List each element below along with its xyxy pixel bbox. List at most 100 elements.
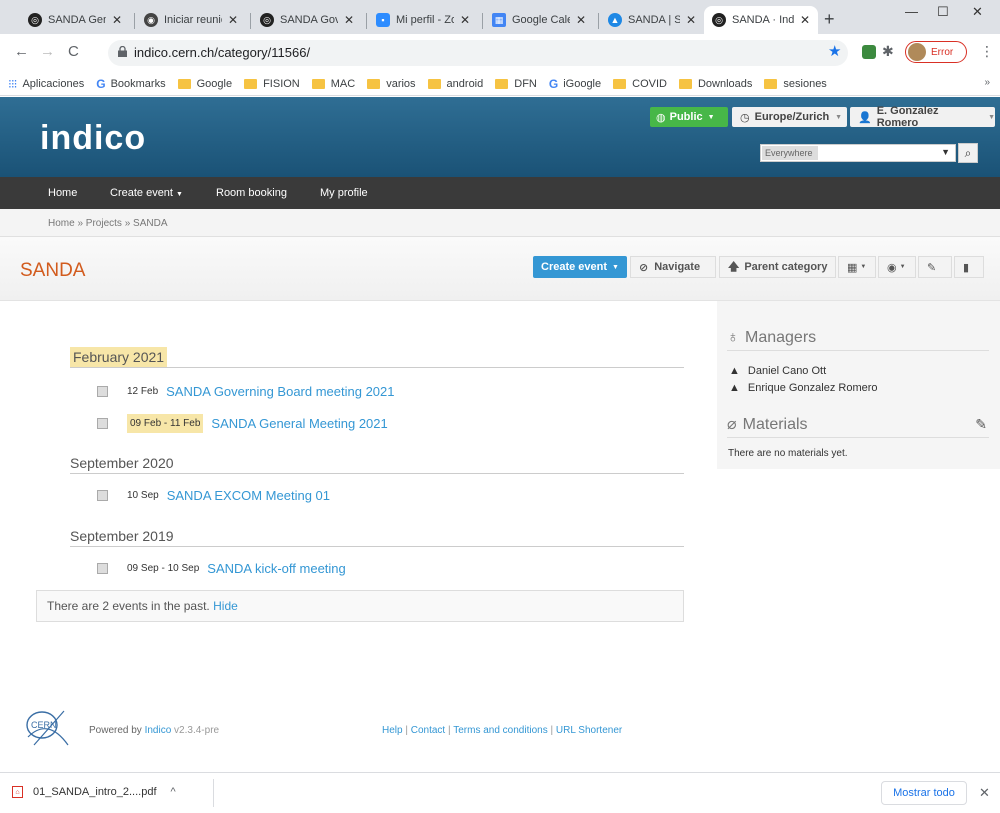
- close-tab-icon[interactable]: ✕: [344, 13, 354, 27]
- reload-icon[interactable]: C: [68, 43, 79, 60]
- breadcrumb[interactable]: Home » Projects » SANDA: [0, 209, 1000, 237]
- nav-home[interactable]: Home: [48, 187, 77, 199]
- nav-create-event[interactable]: Create event ▼: [110, 187, 183, 199]
- indico-logo[interactable]: indico: [40, 119, 146, 158]
- bookmark-star-icon[interactable]: ★: [828, 42, 841, 60]
- bookmark-covid[interactable]: COVID: [613, 78, 667, 90]
- bookmark-fision[interactable]: FISION: [244, 78, 300, 90]
- event-item[interactable]: 09 Sep - 10 Sep SANDA kick-off meeting: [97, 561, 346, 576]
- nav-my-profile[interactable]: My profile: [320, 187, 368, 199]
- folder-icon: [613, 78, 627, 89]
- create-event-button[interactable]: Create event ▼: [533, 256, 627, 278]
- chevron-down-icon[interactable]: ▼: [941, 147, 950, 157]
- close-tab-icon[interactable]: ✕: [576, 13, 586, 27]
- maximize-icon[interactable]: ☐: [937, 4, 949, 20]
- folder-icon: [427, 78, 441, 89]
- download-item[interactable]: ⌂ 01_SANDA_intro_2....pdf ^: [12, 786, 176, 798]
- search-input[interactable]: Everywhere ▼: [760, 144, 956, 162]
- event-item[interactable]: 09 Feb - 11 Feb SANDA General Meeting 20…: [97, 414, 388, 433]
- forward-icon[interactable]: →: [40, 43, 55, 60]
- event-date: 09 Sep - 10 Sep: [127, 563, 200, 574]
- calendar-view-button[interactable]: ▦ ▼: [838, 256, 876, 278]
- browser-tab-4[interactable]: ▦ Google Caler ✕: [484, 6, 594, 34]
- bookmarks-more-icon[interactable]: »: [984, 77, 990, 88]
- indico-favicon-icon: ◎: [28, 13, 42, 27]
- bookmark-varios[interactable]: varios: [367, 78, 416, 90]
- browser-tab-2[interactable]: ◎ SANDA Gove ✕: [252, 6, 362, 34]
- parent-category-button[interactable]: 🡅 Parent category: [719, 256, 836, 278]
- navigate-button[interactable]: ⊘ Navigate: [630, 256, 716, 278]
- bookmark-mac[interactable]: MAC: [311, 78, 355, 90]
- search-scope[interactable]: Everywhere: [762, 146, 818, 160]
- address-bar[interactable]: indico.cern.ch/category/11566/: [108, 40, 848, 66]
- event-title-link[interactable]: SANDA Governing Board meeting 2021: [166, 384, 394, 399]
- pencil-icon[interactable]: ✎: [975, 416, 987, 433]
- extension-icon[interactable]: [862, 45, 876, 59]
- month-heading: September 2020: [70, 455, 684, 474]
- menu-kebab-icon[interactable]: ⋮: [980, 43, 994, 60]
- close-tab-icon[interactable]: ✕: [112, 13, 122, 27]
- browser-tab-1[interactable]: ◉ Iniciar reunió ✕: [136, 6, 246, 34]
- clock-icon: ◷: [740, 111, 750, 124]
- user-menu-button[interactable]: 👤 E. Gonzalez Romero ▼: [850, 105, 995, 129]
- materials-heading: ⌀ Materials ✎: [727, 414, 989, 438]
- bookmark-android[interactable]: android: [427, 78, 483, 90]
- event-item[interactable]: 12 Feb SANDA Governing Board meeting 202…: [97, 384, 395, 399]
- folder-icon: [177, 78, 191, 89]
- close-tab-icon[interactable]: ✕: [460, 13, 470, 27]
- browser-toolbar: ← → C indico.cern.ch/category/11566/: [0, 34, 1000, 72]
- bookmark-igoogle[interactable]: GiGoogle: [549, 77, 601, 91]
- url-shortener-link[interactable]: URL Shortener: [556, 725, 622, 736]
- sidebar: ♁ Managers ▲ Daniel Cano Ott ▲ Enrique Gonz…: [717, 301, 1000, 469]
- cern-logo-icon[interactable]: CERN: [24, 707, 72, 747]
- tab-label: SANDA · Indi: [732, 14, 794, 26]
- edit-button[interactable]: ✎: [918, 256, 952, 278]
- back-icon[interactable]: ←: [14, 43, 29, 60]
- contact-link[interactable]: Contact: [411, 725, 445, 736]
- search-icon[interactable]: ⌕: [958, 143, 978, 163]
- chevron-up-icon[interactable]: ^: [171, 786, 176, 798]
- bookmark-sesiones[interactable]: sesiones: [764, 78, 827, 90]
- browser-tab-5[interactable]: ▲ SANDA | SAN ✕: [600, 6, 704, 34]
- indico-link[interactable]: Indico: [145, 725, 172, 736]
- footer: CERN Powered by Indico v2.3.4-pre Help |…: [0, 700, 1000, 760]
- close-tab-icon[interactable]: ✕: [228, 13, 238, 27]
- bookmark-dfn[interactable]: DFN: [495, 78, 537, 90]
- extensions-puzzle-icon[interactable]: ✱: [882, 43, 894, 60]
- public-button[interactable]: ◍ Public ▼: [650, 107, 728, 127]
- close-tab-icon[interactable]: ✕: [800, 13, 810, 27]
- event-title-link[interactable]: SANDA kick-off meeting: [207, 561, 345, 576]
- visibility-button[interactable]: ◉ ▼: [878, 256, 916, 278]
- bookmark-bookmarks[interactable]: G Bookmarks: [96, 77, 165, 91]
- bookmark-downloads[interactable]: Downloads: [678, 78, 752, 90]
- browser-tab-6-active[interactable]: ◎ SANDA · Indi ✕: [704, 6, 818, 34]
- tab-label: Google Caler: [512, 14, 570, 26]
- close-window-icon[interactable]: ✕: [972, 4, 983, 20]
- browser-tab-0[interactable]: ◎ SANDA Gene ✕: [20, 6, 130, 34]
- drive-favicon-icon: ▲: [608, 13, 622, 27]
- nav-room-booking[interactable]: Room booking: [216, 187, 287, 199]
- folder-icon: [495, 78, 509, 89]
- timezone-button[interactable]: ◷ Europe/Zurich ▼: [732, 107, 847, 127]
- bookmark-google[interactable]: Google: [177, 78, 232, 90]
- close-tab-icon[interactable]: ✕: [686, 13, 696, 27]
- show-all-downloads-button[interactable]: Mostrar todo: [881, 781, 967, 805]
- browser-tab-3[interactable]: ▪ Mi perfil - Zo ✕: [368, 6, 478, 34]
- hide-past-link[interactable]: Hide: [213, 599, 238, 613]
- chevron-down-icon: ▼: [176, 191, 183, 198]
- bookmark-button[interactable]: ▮: [954, 256, 984, 278]
- user-icon: ▲: [729, 382, 740, 394]
- terms-link[interactable]: Terms and conditions: [453, 725, 548, 736]
- event-title-link[interactable]: SANDA EXCOM Meeting 01: [167, 488, 330, 503]
- event-title-link[interactable]: SANDA General Meeting 2021: [211, 416, 387, 431]
- bookmark-aplicaciones[interactable]: ⁝⁝⁝ Aplicaciones: [8, 77, 84, 91]
- page-title: SANDA: [20, 260, 86, 281]
- bookmark-icon: ▮: [963, 261, 970, 274]
- minimize-icon[interactable]: —: [905, 4, 918, 19]
- event-item[interactable]: 10 Sep SANDA EXCOM Meeting 01: [97, 488, 330, 503]
- close-download-bar-icon[interactable]: ✕: [979, 785, 990, 801]
- new-tab-icon[interactable]: +: [824, 9, 835, 30]
- indico-favicon-icon: ◎: [260, 13, 274, 27]
- profile-button[interactable]: Error: [905, 41, 967, 63]
- help-link[interactable]: Help: [382, 725, 403, 736]
